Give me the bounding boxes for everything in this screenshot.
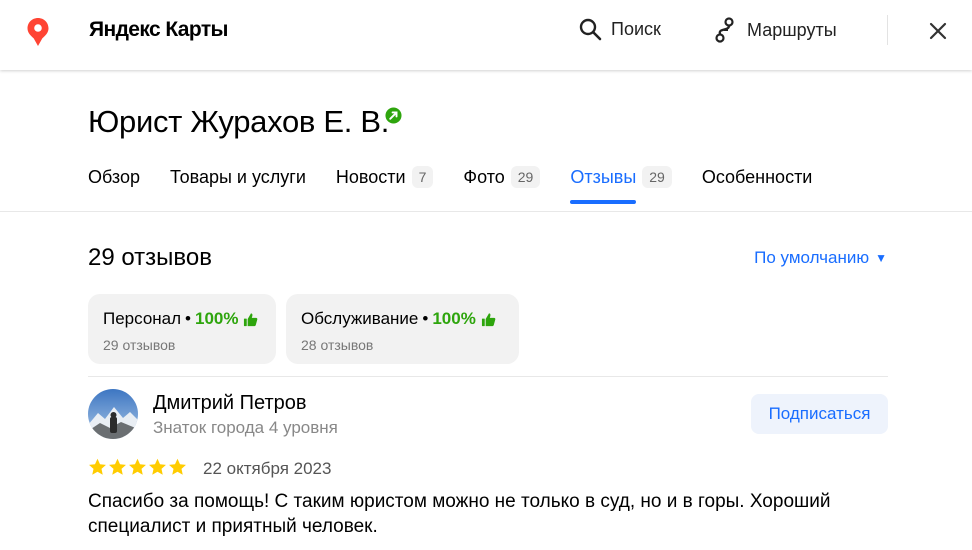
tab-label: Товары и услуги (170, 166, 306, 187)
routes-label: Маршруты (747, 19, 837, 40)
search-button[interactable]: Поиск (578, 17, 661, 41)
star-icon (149, 458, 166, 475)
page-title: Юрист Журахов Е. В. (88, 104, 390, 139)
star-icon (109, 458, 126, 475)
brand-logo[interactable]: Яндекс Карты (89, 18, 228, 42)
aspect-separator: • (185, 309, 191, 328)
review-text: Спасибо за помощь! С таким юристом можно… (88, 491, 831, 537)
tab-features[interactable]: Особенности (702, 164, 813, 190)
divider (887, 15, 888, 45)
tab-label: Обзор (88, 166, 140, 187)
aspect-count: 29 отзывов (103, 337, 176, 353)
thumbs-up-icon (481, 312, 496, 326)
sort-label: По умолчанию (754, 248, 870, 267)
divider (0, 211, 972, 212)
caret-down-icon: ▼ (875, 251, 887, 265)
tab-reviews[interactable]: Отзывы 29 (570, 164, 672, 204)
tab-label: Фото (463, 166, 505, 187)
aspect-separator: • (422, 309, 429, 328)
reviews-count: 29 отзывов (88, 244, 213, 271)
subscribe-button[interactable]: Подписаться (751, 394, 888, 434)
aspect-chip-service[interactable]: Обслуживание • 100% 28 отзывов (286, 294, 519, 364)
tab-label: Новости (335, 166, 406, 187)
divider (88, 376, 888, 377)
star-icon (169, 458, 186, 475)
search-label: Поиск (611, 18, 661, 39)
search-icon (579, 18, 602, 41)
close-icon[interactable] (926, 19, 950, 43)
aspect-name: Персонал (103, 309, 182, 328)
star-icon (89, 458, 106, 475)
tab-label: Отзывы (570, 166, 637, 187)
count-badge: 29 (642, 166, 672, 188)
tab-overview[interactable]: Обзор (88, 164, 140, 190)
count-badge: 7 (411, 166, 434, 188)
avatar[interactable] (88, 389, 138, 439)
top-bar: Яндекс Карты Поиск Маршруты (0, 0, 972, 70)
tab-news[interactable]: Новости 7 (335, 164, 434, 190)
review-author-level: Знаток города 4 уровня (153, 418, 338, 437)
count-badge: 29 (510, 166, 541, 188)
routes-button[interactable]: Маршруты (714, 17, 837, 43)
review-author[interactable]: Дмитрий Петров (153, 392, 307, 415)
star-icon (129, 458, 146, 475)
routes-icon (715, 17, 734, 43)
tab-goods-services[interactable]: Товары и услуги (170, 164, 306, 190)
aspect-percent: 100% (195, 309, 239, 328)
tab-photo[interactable]: Фото 29 (463, 164, 541, 190)
tab-label: Особенности (701, 166, 813, 187)
aspect-chip-staff[interactable]: Персонал • 100% 29 отзывов (88, 294, 276, 364)
sort-dropdown[interactable]: По умолчанию ▼ (754, 248, 887, 268)
tabs: Обзор Товары и услуги Новости 7 Фото 29 … (88, 164, 842, 204)
thumbs-up-icon (244, 312, 258, 326)
map-pin-icon[interactable] (26, 17, 50, 47)
aspect-name: Обслуживание (301, 309, 419, 328)
aspect-percent: 100% (432, 309, 476, 328)
aspect-count: 28 отзывов (301, 337, 374, 353)
review-date: 22 октября 2023 (203, 459, 332, 478)
verified-icon (385, 107, 402, 124)
rating-stars (88, 458, 188, 476)
